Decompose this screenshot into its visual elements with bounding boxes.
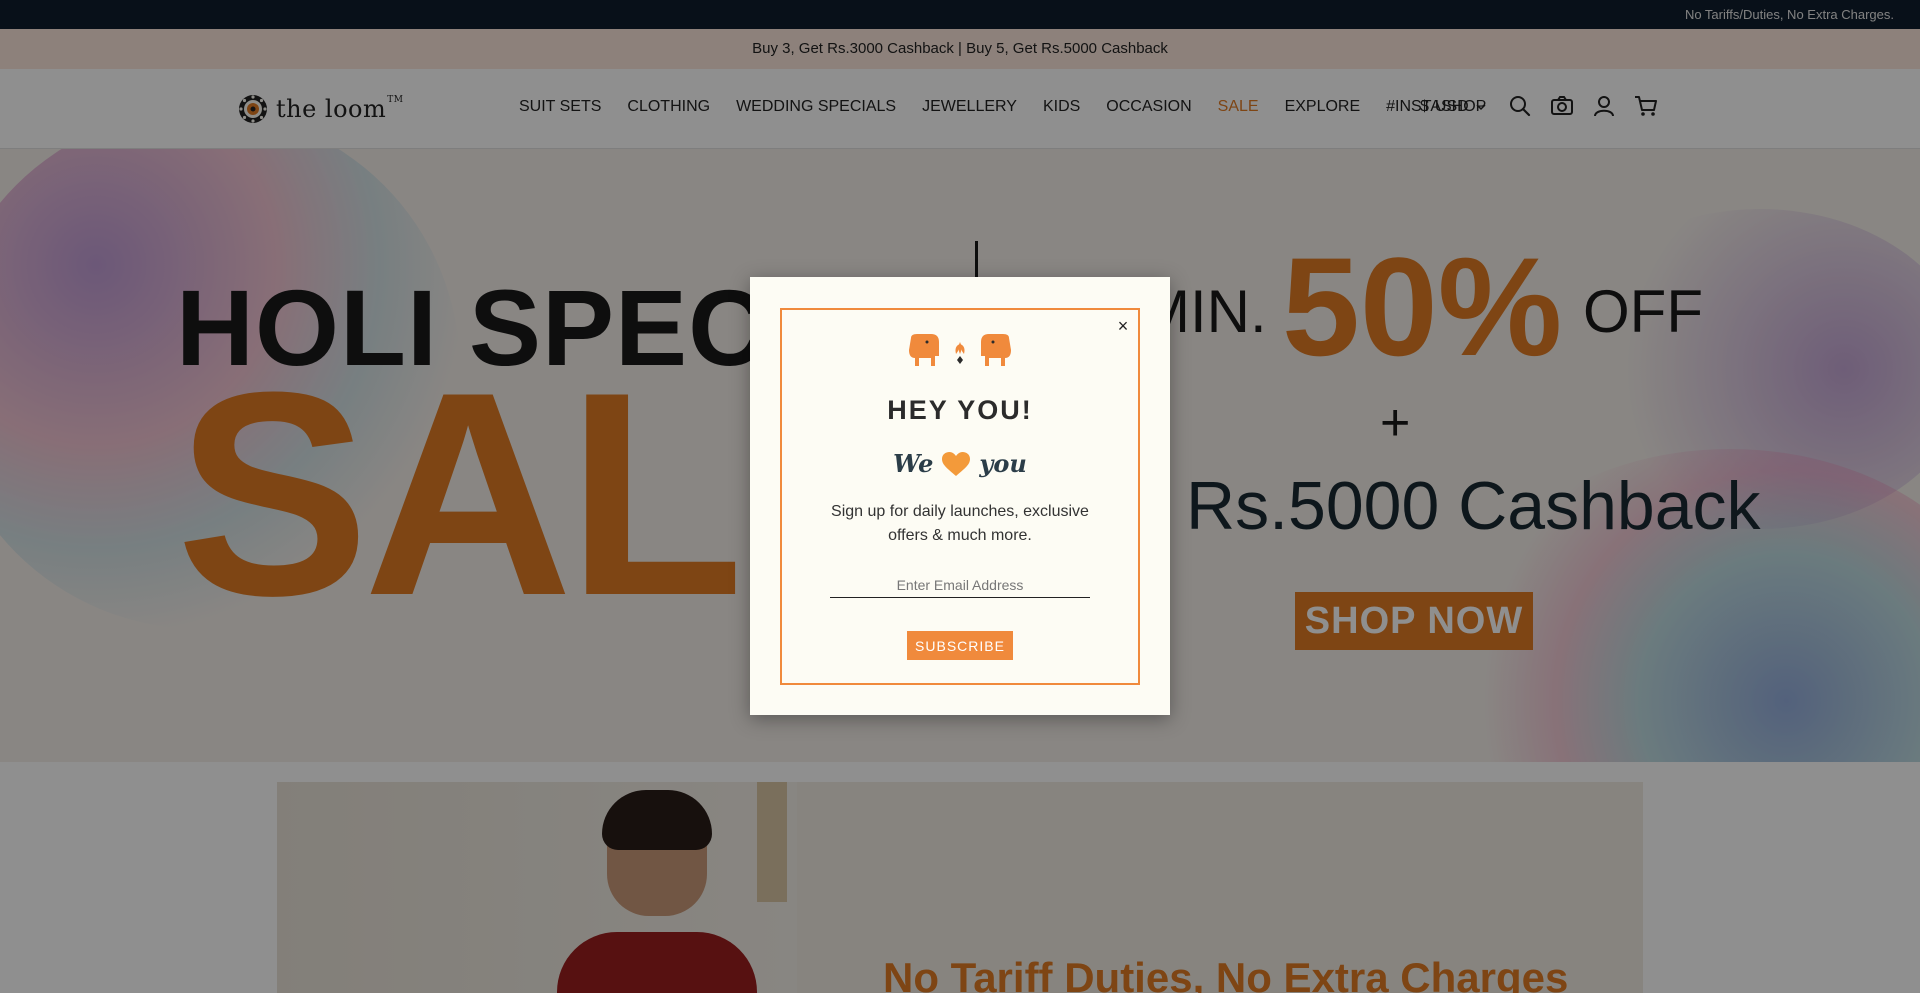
elephant-motif-icon <box>909 334 1011 366</box>
newsletter-modal: × HEY YOU! We you Sign up for daily laun… <box>750 277 1170 715</box>
close-icon[interactable]: × <box>1114 317 1132 335</box>
you-text: you <box>979 449 1027 478</box>
modal-title: HEY YOU! <box>887 395 1033 425</box>
subscribe-button[interactable]: SUBSCRIBE <box>907 631 1013 660</box>
we-text: We <box>893 449 934 478</box>
modal-description: Sign up for daily launches, exclusive of… <box>831 503 1089 544</box>
heart-icon <box>942 451 971 476</box>
email-field[interactable] <box>830 572 1090 598</box>
we-love-you-text: We you <box>780 449 1140 478</box>
